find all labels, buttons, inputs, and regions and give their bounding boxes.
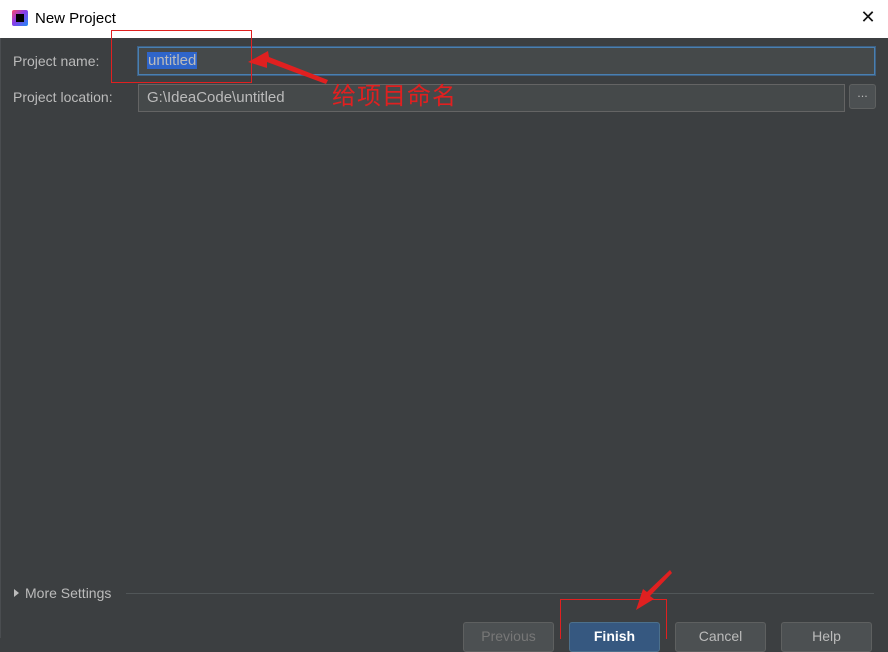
help-button[interactable]: Help <box>781 622 872 652</box>
window-title: New Project <box>35 10 116 27</box>
intellij-idea-icon <box>12 10 28 26</box>
annotation-highlight-name <box>111 30 252 83</box>
separator <box>126 593 874 594</box>
browse-button[interactable]: ... <box>849 84 876 109</box>
more-settings-label: More Settings <box>25 585 112 601</box>
annotation-highlight-finish <box>560 599 667 639</box>
cancel-button[interactable]: Cancel <box>675 622 766 652</box>
more-settings-toggle[interactable]: More Settings <box>14 585 111 601</box>
triangle-right-icon <box>14 589 19 597</box>
close-button[interactable]: ✕ <box>858 8 878 28</box>
project-location-label: Project location: <box>13 89 113 105</box>
project-name-label: Project name: <box>13 53 100 69</box>
dialog-content <box>0 38 888 638</box>
project-location-value: G:\IdeaCode\untitled <box>147 89 285 106</box>
previous-button[interactable]: Previous <box>463 622 554 652</box>
annotation-text: 给项目命名 <box>332 82 457 110</box>
project-location-input[interactable]: G:\IdeaCode\untitled <box>138 84 845 112</box>
